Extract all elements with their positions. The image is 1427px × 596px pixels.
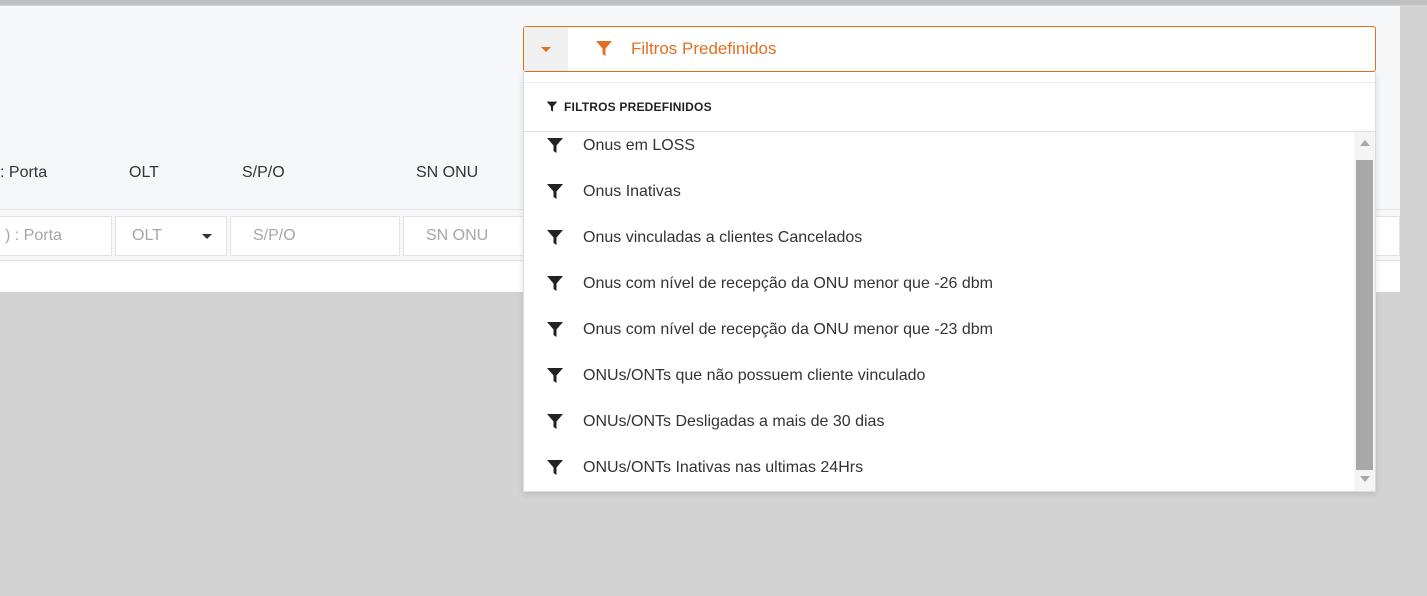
filter-icon: [545, 136, 565, 156]
predefined-filters-button[interactable]: Filtros Predefinidos: [523, 26, 1376, 72]
predefined-filters-label: Filtros Predefinidos: [631, 39, 777, 58]
filter-icon: [545, 366, 565, 386]
menu-item-label: Onus Inativas: [583, 183, 681, 200]
scroll-up-arrow-icon[interactable]: [1360, 140, 1370, 146]
menu-item-label: Onus com nível de recepção da ONU menor …: [583, 321, 993, 338]
predefined-filters-list: Onus em LOSS Onus Inativas Onus vinculad…: [524, 132, 1354, 491]
filter-icon: [546, 101, 558, 113]
filter-icon: [545, 274, 565, 294]
filter-icon: [545, 320, 565, 340]
menu-item-recepcao-23dbm[interactable]: Onus com nível de recepção da ONU menor …: [524, 307, 1354, 353]
sn-onu-filter-input[interactable]: SN ONU: [403, 216, 525, 256]
scroll-down-arrow-icon[interactable]: [1360, 476, 1370, 482]
menu-header-title: FILTROS PREDEFINIDOS: [564, 100, 712, 114]
olt-filter-select[interactable]: OLT: [115, 216, 227, 256]
filter-icon: [545, 182, 565, 202]
filter-icon: [594, 39, 614, 59]
menu-item-onus-inativas[interactable]: Onus Inativas: [524, 169, 1354, 215]
olt-filter-value: OLT: [132, 227, 162, 244]
predefined-filters-menu: FILTROS PREDEFINIDOS Onus em LOSS Onus I…: [523, 72, 1376, 492]
column-header-sn-onu[interactable]: SN ONU: [416, 164, 478, 182]
scrollbar-thumb[interactable]: [1356, 160, 1373, 470]
menu-item-sem-cliente-vinculado[interactable]: ONUs/ONTs que não possuem cliente vincul…: [524, 353, 1354, 399]
menu-item-label: ONUs/ONTs Desligadas a mais de 30 dias: [583, 413, 885, 430]
menu-item-desligadas-30-dias[interactable]: ONUs/ONTs Desligadas a mais de 30 dias: [524, 399, 1354, 445]
sn-onu-filter-placeholder: SN ONU: [426, 227, 489, 244]
menu-header: FILTROS PREDEFINIDOS: [524, 82, 1375, 132]
porta-filter-input[interactable]: ) : Porta: [0, 216, 112, 256]
top-border: [0, 0, 1427, 5]
menu-item-recepcao-26dbm[interactable]: Onus com nível de recepção da ONU menor …: [524, 261, 1354, 307]
menu-item-label: ONUs/ONTs Inativas nas ultimas 24Hrs: [583, 459, 864, 476]
menu-item-label: ONUs/ONTs que não possuem cliente vincul…: [583, 367, 926, 384]
column-header-porta[interactable]: : Porta: [0, 164, 47, 182]
menu-item-inativas-24hrs[interactable]: ONUs/ONTs Inativas nas ultimas 24Hrs: [524, 445, 1354, 491]
menu-item-onus-em-loss[interactable]: Onus em LOSS: [524, 132, 1354, 169]
filter-icon: [545, 458, 565, 478]
filter-icon: [545, 412, 565, 432]
filter-icon: [545, 228, 565, 248]
menu-item-label: Onus com nível de recepção da ONU menor …: [583, 275, 993, 292]
menu-item-clientes-cancelados[interactable]: Onus vinculadas a clientes Cancelados: [524, 215, 1354, 261]
porta-filter-placeholder: ) : Porta: [5, 227, 62, 244]
column-header-olt[interactable]: OLT: [129, 164, 159, 182]
chevron-down-icon: [541, 46, 551, 52]
spo-filter-placeholder: S/P/O: [253, 227, 296, 244]
menu-scrollbar[interactable]: [1354, 132, 1375, 491]
chevron-down-icon: [202, 233, 212, 239]
spo-filter-input[interactable]: S/P/O: [230, 216, 400, 256]
dropdown-toggle[interactable]: [524, 27, 568, 71]
menu-item-label: Onus em LOSS: [583, 137, 696, 154]
column-header-spo[interactable]: S/P/O: [242, 164, 285, 182]
menu-item-label: Onus vinculadas a clientes Cancelados: [583, 229, 863, 246]
